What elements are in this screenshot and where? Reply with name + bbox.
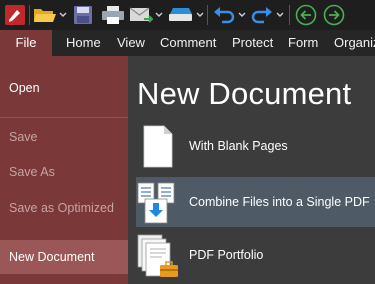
sidebar-item-open[interactable]: Open [0,71,128,105]
option-label: Combine Files into a Single PDF [189,195,370,209]
pdf-portfolio-icon [136,232,182,278]
new-document-panel: New Document With Blank Pages Combine Fi… [128,56,375,284]
option-blank-pages[interactable]: With Blank Pages [136,121,375,171]
tab-protect[interactable]: Protect [232,30,273,56]
undo-icon[interactable] [211,0,237,30]
tab-view[interactable]: View [117,30,145,56]
sidebar-item-save-as-optimized[interactable]: Save as Optimized [0,191,128,225]
page-title: New Document [137,76,352,111]
tab-organize[interactable]: Organiz [334,30,375,56]
forward-icon[interactable] [321,0,347,30]
sidebar-item-new-document[interactable]: New Document [0,240,128,274]
tab-home[interactable]: Home [66,30,101,56]
scan-dropdown-chevron-icon[interactable] [196,0,204,30]
option-label: With Blank Pages [189,139,288,153]
sidebar-item-save[interactable]: Save [0,120,128,154]
redo-dropdown-chevron-icon[interactable] [276,0,284,30]
quick-access-toolbar [0,0,375,30]
tab-comment[interactable]: Comment [160,30,216,56]
file-sidebar: Open Save Save As Save as Optimized New … [0,56,128,284]
option-pdf-portfolio[interactable]: PDF Portfolio [136,230,375,280]
tab-file[interactable]: File [0,30,52,56]
redo-icon[interactable] [249,0,275,30]
save-icon[interactable] [70,0,96,30]
tab-form[interactable]: Form [288,30,318,56]
back-icon[interactable] [293,0,319,30]
open-folder-icon[interactable] [32,0,58,30]
scan-icon[interactable] [166,0,194,30]
sidebar-item-save-as[interactable]: Save As [0,155,128,189]
sidebar-divider [0,117,128,118]
email-dropdown-chevron-icon[interactable] [155,0,163,30]
option-combine-files[interactable]: Combine Files into a Single PDF [136,177,375,227]
undo-dropdown-chevron-icon[interactable] [238,0,246,30]
ribbon-tab-bar: File Home View Comment Protect Form Orga… [0,30,375,56]
print-icon[interactable] [99,0,127,30]
email-icon[interactable] [128,0,154,30]
app-logo-icon [3,0,27,30]
open-dropdown-chevron-icon[interactable] [59,0,67,30]
option-label: PDF Portfolio [189,248,264,262]
combine-files-icon [136,179,182,225]
blank-page-icon [136,123,182,169]
